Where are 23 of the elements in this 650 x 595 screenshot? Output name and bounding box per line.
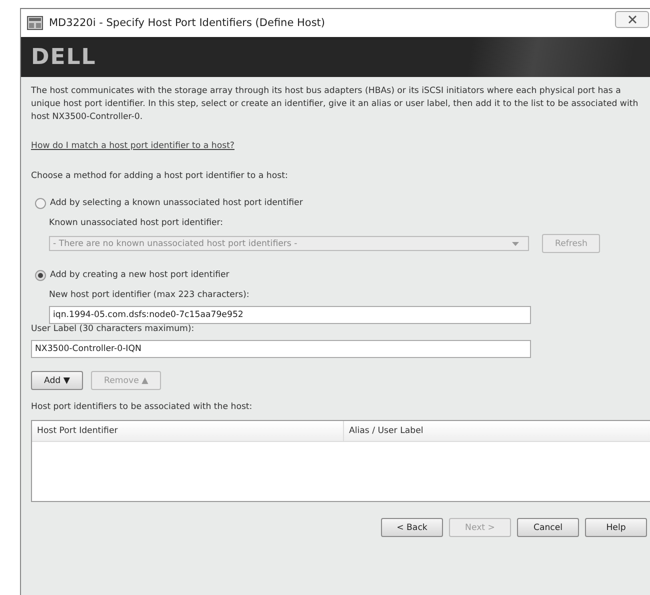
add-button[interactable]: Add ▼ xyxy=(31,371,83,390)
method-prompt: Choose a method for adding a host port identifier to a host: xyxy=(31,171,288,181)
field-label: Known unassociated host port identifier: xyxy=(49,218,224,228)
input-field[interactable]: NX3500-Controller-0-IQN xyxy=(31,340,531,358)
radio-button[interactable] xyxy=(35,270,46,281)
column-header[interactable]: Host Port Identifier xyxy=(32,421,344,441)
table-caption: Host port identifiers to be associated with the host: xyxy=(31,402,252,412)
close-button[interactable] xyxy=(615,11,649,28)
column-header[interactable]: Alias / User Label xyxy=(344,421,650,441)
wizard-button[interactable]: Cancel xyxy=(517,518,579,537)
wizard-button[interactable]: Help xyxy=(585,518,647,537)
radio-label[interactable]: Add by creating a new host port identifier xyxy=(50,270,230,280)
close-icon xyxy=(628,15,636,24)
caret-icon xyxy=(512,242,519,246)
input-field[interactable]: iqn.1994-05.com.dsfs:node0-7c15aa79e952 xyxy=(49,306,531,324)
wizard-button[interactable]: < Back xyxy=(381,518,443,537)
app-icon xyxy=(27,16,43,30)
field-label: User Label (30 characters maximum): xyxy=(31,324,194,334)
window-title: MD3220i - Specify Host Port Identifiers (Define Host) xyxy=(49,17,326,29)
description-text: The host communicates with the storage array through its host bus adapters (HBAs) or its iSCSI initiators where each physical port has a unique host port identifier. In this step, select or create an identifier, give it an alias or user label, then add it to the list to be associated with host NX3500-Controller-0. xyxy=(31,85,640,124)
field-label: New host port identifier (max 223 characters): xyxy=(49,290,250,300)
help-link[interactable]: How do I match a host port identifier to a host? xyxy=(31,141,234,151)
logo: DELL xyxy=(31,44,96,70)
